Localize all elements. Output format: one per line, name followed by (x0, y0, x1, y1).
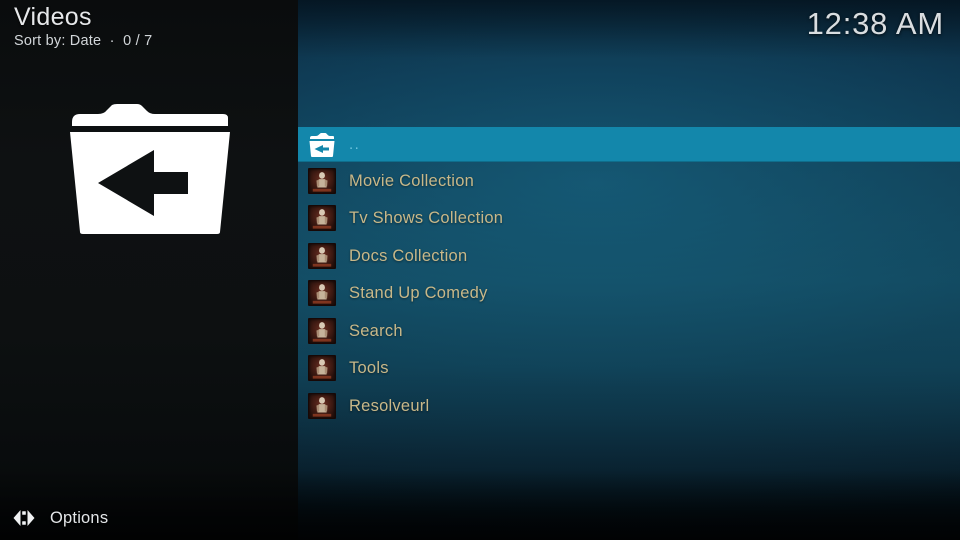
folder-back-icon (308, 132, 336, 158)
clock-label: 12:38 AM (806, 6, 944, 41)
addon-thumbnail-icon (308, 280, 336, 307)
addon-thumbnail-icon (308, 167, 336, 194)
addon-thumbnail-icon (308, 392, 336, 419)
left-info-panel (0, 0, 298, 540)
list-item[interactable]: Movie Collection (298, 162, 960, 200)
window-header: Videos Sort by: Date · 0 / 7 (14, 3, 294, 51)
addon-thumbnail-icon (308, 317, 336, 344)
options-button[interactable]: Options (12, 505, 108, 531)
addon-thumbnail-icon (308, 242, 336, 269)
list-item[interactable]: Docs Collection (298, 237, 960, 275)
list-item[interactable]: .. (298, 127, 960, 162)
list-item-label: Search (349, 321, 403, 340)
kodi-videos-screen: Videos Sort by: Date · 0 / 7 12:38 AM .. (0, 0, 960, 540)
list-item[interactable]: Tools (298, 350, 960, 388)
list-item[interactable]: Stand Up Comedy (298, 275, 960, 313)
folder-back-icon (68, 104, 232, 234)
page-title: Videos (14, 3, 92, 31)
file-list[interactable]: .. Movie Collection Tv Shows Collection … (298, 127, 960, 425)
addon-thumbnail-icon (308, 355, 336, 382)
list-item[interactable]: Search (298, 312, 960, 350)
addon-thumbnail-icon (308, 205, 336, 232)
sort-status-label: Sort by: Date · 0 / 7 (14, 33, 153, 49)
list-item-label: Docs Collection (349, 246, 468, 265)
list-item-label: Tv Shows Collection (349, 209, 504, 228)
left-right-arrows-icon (12, 507, 36, 529)
list-item-label: Stand Up Comedy (349, 284, 488, 303)
list-item[interactable]: Tv Shows Collection (298, 200, 960, 238)
list-item-label: .. (349, 135, 361, 153)
list-item-label: Resolveurl (349, 396, 430, 415)
options-label: Options (50, 509, 109, 527)
list-item-label: Movie Collection (349, 171, 475, 190)
list-item-label: Tools (349, 359, 389, 378)
list-item[interactable]: Resolveurl (298, 387, 960, 425)
